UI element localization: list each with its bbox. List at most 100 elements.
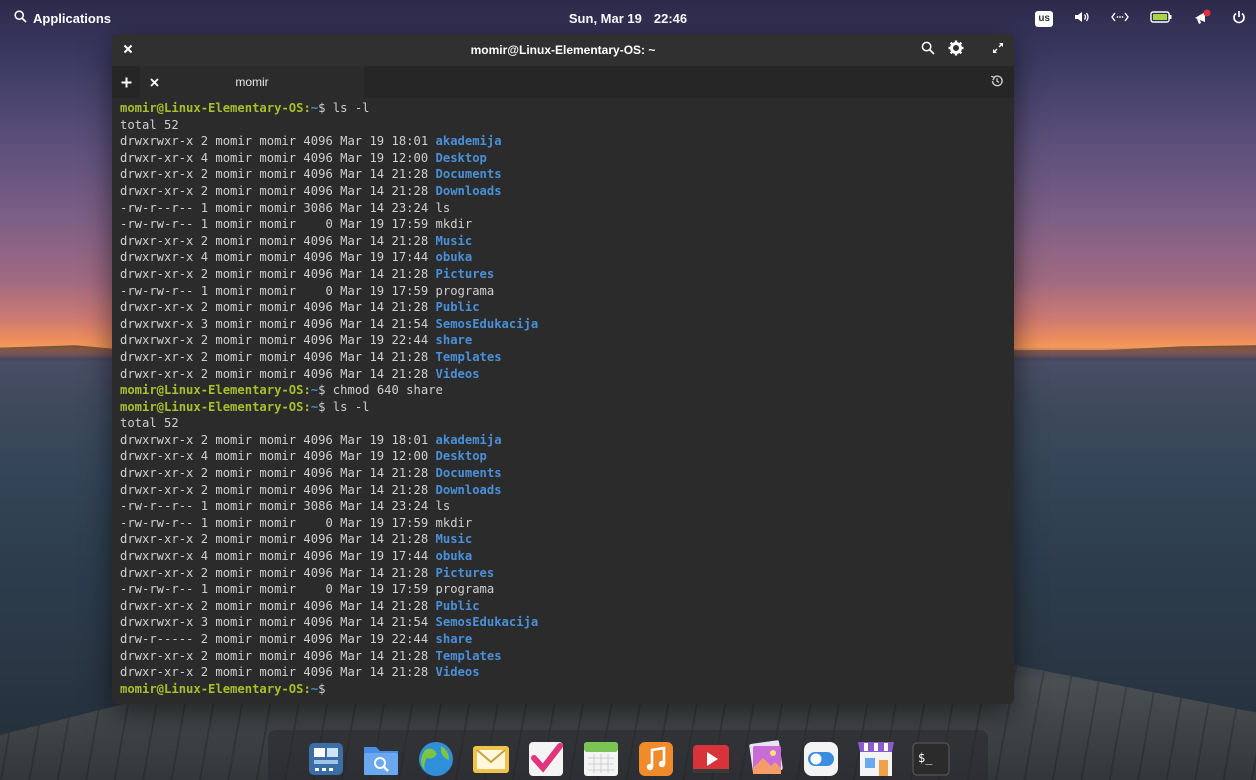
dock-item-appcenter[interactable] [855,738,897,780]
file-metadata: drwxr-xr-x 2 momir momir 4096 Mar 14 21:… [120,300,436,315]
file-metadata: drwxrwxr-x 2 momir momir 4096 Mar 19 18:… [120,432,436,447]
listing-row: drwxr-xr-x 2 momir momir 4096 Mar 14 21:… [120,598,1006,615]
network-icon[interactable] [1111,11,1129,26]
dock-item-mail[interactable] [470,738,512,780]
listing-row: drwxr-xr-x 2 momir momir 4096 Mar 14 21:… [120,664,1006,681]
plus-icon [121,72,132,93]
tab-history-button[interactable] [990,74,1004,91]
file-metadata: drwxr-xr-x 2 momir momir 4096 Mar 14 21:… [120,167,436,182]
prompt-user: momir@Linux-Elementary-OS [120,383,304,398]
directory-name: share [435,632,473,646]
listing-row: drwxrwxr-x 2 momir momir 4096 Mar 19 18:… [120,133,1006,150]
file-metadata: drwxr-xr-x 2 momir momir 4096 Mar 14 21:… [120,183,436,198]
directory-name: Documents [435,167,502,182]
directory-name: Music [435,532,473,547]
panel-time[interactable]: 22:46 [654,11,687,26]
file-metadata: drwxr-xr-x 2 momir momir 4096 Mar 14 21:… [120,648,436,663]
search-button[interactable] [914,34,942,66]
directory-name: Public [435,598,480,613]
listing-row: drwxrwxr-x 4 momir momir 4096 Mar 19 17:… [120,548,1006,565]
file-metadata: -rw-r--r-- 1 momir momir 3086 Mar 14 23:… [120,499,436,514]
tasks-icon [525,742,567,780]
notifications-icon[interactable] [1193,9,1211,28]
file-name: mkdir [435,515,473,530]
listing-row: drwxr-xr-x 2 momir momir 4096 Mar 14 21:… [120,166,1006,183]
dock-item-tasks[interactable] [525,738,567,780]
gear-icon [948,40,964,61]
maximize-icon [992,41,1004,59]
dock-item-videos[interactable] [690,738,732,780]
directory-name: Pictures [435,565,495,580]
tab-momir[interactable]: momir [140,66,364,98]
dock-item-settings[interactable] [800,738,842,780]
applications-label: Applications [33,10,112,26]
output-text: total 52 [120,117,179,132]
web-browser-icon [415,742,457,780]
dock-item-files[interactable] [360,738,402,780]
listing-row: drwxrwxr-x 4 momir momir 4096 Mar 19 17:… [120,249,1006,266]
dock-item-terminal[interactable]: $_ [910,738,952,780]
tab-bar: momir [112,66,1014,98]
file-metadata: drwxr-xr-x 2 momir momir 4096 Mar 14 21:… [120,565,436,580]
settings-button[interactable] [942,34,970,66]
command-text: chmod 640 share [325,383,443,398]
listing-row: drwxr-xr-x 2 momir momir 4096 Mar 14 21:… [120,233,1006,250]
directory-name: Documents [435,466,502,481]
appcenter-icon [855,742,897,780]
file-metadata: drwxr-xr-x 4 momir momir 4096 Mar 19 12:… [120,449,436,464]
file-metadata: drwxr-xr-x 2 momir momir 4096 Mar 14 21:… [120,366,436,381]
power-icon[interactable] [1232,10,1246,27]
keyboard-layout-indicator[interactable]: us [1035,10,1053,27]
directory-name: akademija [435,432,502,447]
file-metadata: drwxr-xr-x 2 momir momir 4096 Mar 14 21:… [120,349,436,364]
photos-icon [745,740,787,780]
directory-name: Public [435,300,480,315]
listing-row: drwxr-xr-x 4 momir momir 4096 Mar 19 12:… [120,448,1006,465]
directory-name: Pictures [435,266,495,281]
prompt-separator: : [303,383,311,398]
dock-item-music[interactable] [635,738,677,780]
file-metadata: drwxr-xr-x 2 momir momir 4096 Mar 14 21:… [120,665,436,680]
file-metadata: -rw-rw-r-- 1 momir momir 0 Mar 19 17:59 [120,582,436,597]
directory-name: akademija [435,134,502,149]
new-tab-button[interactable] [112,66,140,98]
videos-icon [690,745,732,780]
dock-item-calendar[interactable] [580,738,622,780]
applications-menu[interactable]: Applications [14,10,111,26]
prompt-separator: : [303,101,311,115]
calendar-icon [580,742,622,780]
maximize-window-button[interactable] [984,34,1012,66]
svg-text:$_: $_ [918,751,933,765]
window-titlebar[interactable]: momir@Linux-Elementary-OS: ~ [112,34,1014,66]
dock-item-multitasking-view[interactable] [305,738,347,780]
listing-row: -rw-rw-r-- 1 momir momir 0 Mar 19 17:59 … [120,283,1006,300]
listing-row: drwxrwxr-x 2 momir momir 4096 Mar 19 22:… [120,332,1006,349]
battery-icon[interactable] [1150,11,1172,26]
file-metadata: drwxrwxr-x 4 momir momir 4096 Mar 19 17:… [120,549,436,564]
indicator-area: us [1035,9,1246,28]
search-icon [14,10,27,26]
history-icon [990,75,1004,91]
listing-row: -rw-r--r-- 1 momir momir 3086 Mar 14 23:… [120,200,1006,217]
directory-name: Templates [435,349,502,364]
file-metadata: drwxrwxr-x 2 momir momir 4096 Mar 19 22:… [120,333,436,348]
dock-item-photos[interactable] [745,738,787,780]
panel-date[interactable]: Sun, Mar 19 [569,11,642,26]
listing-row: drwxrwxr-x 2 momir momir 4096 Mar 19 18:… [120,432,1006,449]
listing-row: -rw-r--r-- 1 momir momir 3086 Mar 14 23:… [120,498,1006,515]
file-metadata: drwxr-xr-x 2 momir momir 4096 Mar 14 21:… [120,532,436,547]
file-name: mkdir [435,217,473,232]
directory-name: Desktop [435,449,487,464]
listing-row: -rw-rw-r-- 1 momir momir 0 Mar 19 17:59 … [120,216,1006,233]
directory-name: Videos [435,366,480,381]
volume-icon[interactable] [1074,10,1090,27]
search-icon [921,41,935,60]
file-metadata: drwxr-xr-x 4 momir momir 4096 Mar 19 12:… [120,150,436,165]
prompt-line: momir@Linux-Elementary-OS:~$ chmod 640 s… [120,382,1006,399]
file-metadata: drwxr-xr-x 2 momir momir 4096 Mar 14 21:… [120,482,436,497]
listing-row: drw-r----- 2 momir momir 4096 Mar 19 22:… [120,631,1006,648]
close-tab-icon[interactable] [150,75,166,90]
file-metadata: drwxrwxr-x 4 momir momir 4096 Mar 19 17:… [120,250,436,265]
terminal-output[interactable]: momir@Linux-Elementary-OS:~$ ls -l total … [112,98,1014,699]
dock-item-web-browser[interactable] [415,738,457,780]
